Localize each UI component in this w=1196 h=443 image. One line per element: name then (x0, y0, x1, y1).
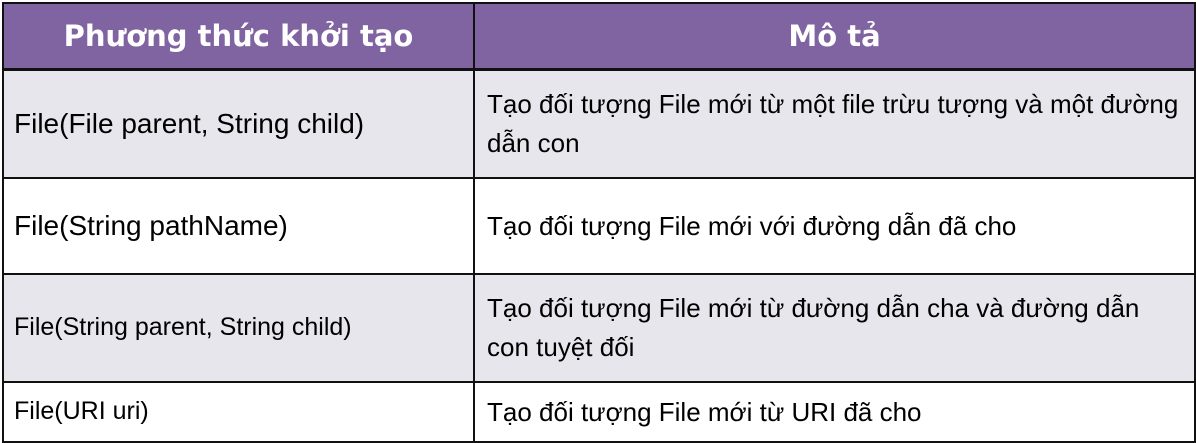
constructor-cell: File(URI uri) (2, 381, 475, 443)
table-header-row: Phương thức khởi tạo Mô tả (2, 2, 1196, 71)
description-cell: Tạo đối tượng File mới với đường dẫn đã … (473, 177, 1196, 275)
constructor-cell: File(String pathName) (2, 177, 475, 275)
description-cell: Tạo đối tượng File mới từ một file trừu … (473, 68, 1196, 179)
header-description: Mô tả (473, 2, 1196, 71)
description-cell: Tạo đối tượng File mới từ đường dẫn cha … (473, 273, 1196, 383)
description-cell: Tạo đối tượng File mới từ URI đã cho (473, 381, 1196, 443)
header-constructor: Phương thức khởi tạo (2, 2, 475, 71)
constructor-cell: File(String parent, String child) (2, 273, 475, 383)
table-row: File(String parent, String child) Tạo đố… (2, 273, 1196, 383)
table-row: File(String pathName) Tạo đối tượng File… (2, 177, 1196, 275)
table-row: File(URI uri) Tạo đối tượng File mới từ … (2, 381, 1196, 443)
table-row: File(File parent, String child) Tạo đối … (2, 68, 1196, 179)
constructor-cell: File(File parent, String child) (2, 68, 475, 179)
constructor-table: Phương thức khởi tạo Mô tả File(File par… (2, 2, 1196, 443)
